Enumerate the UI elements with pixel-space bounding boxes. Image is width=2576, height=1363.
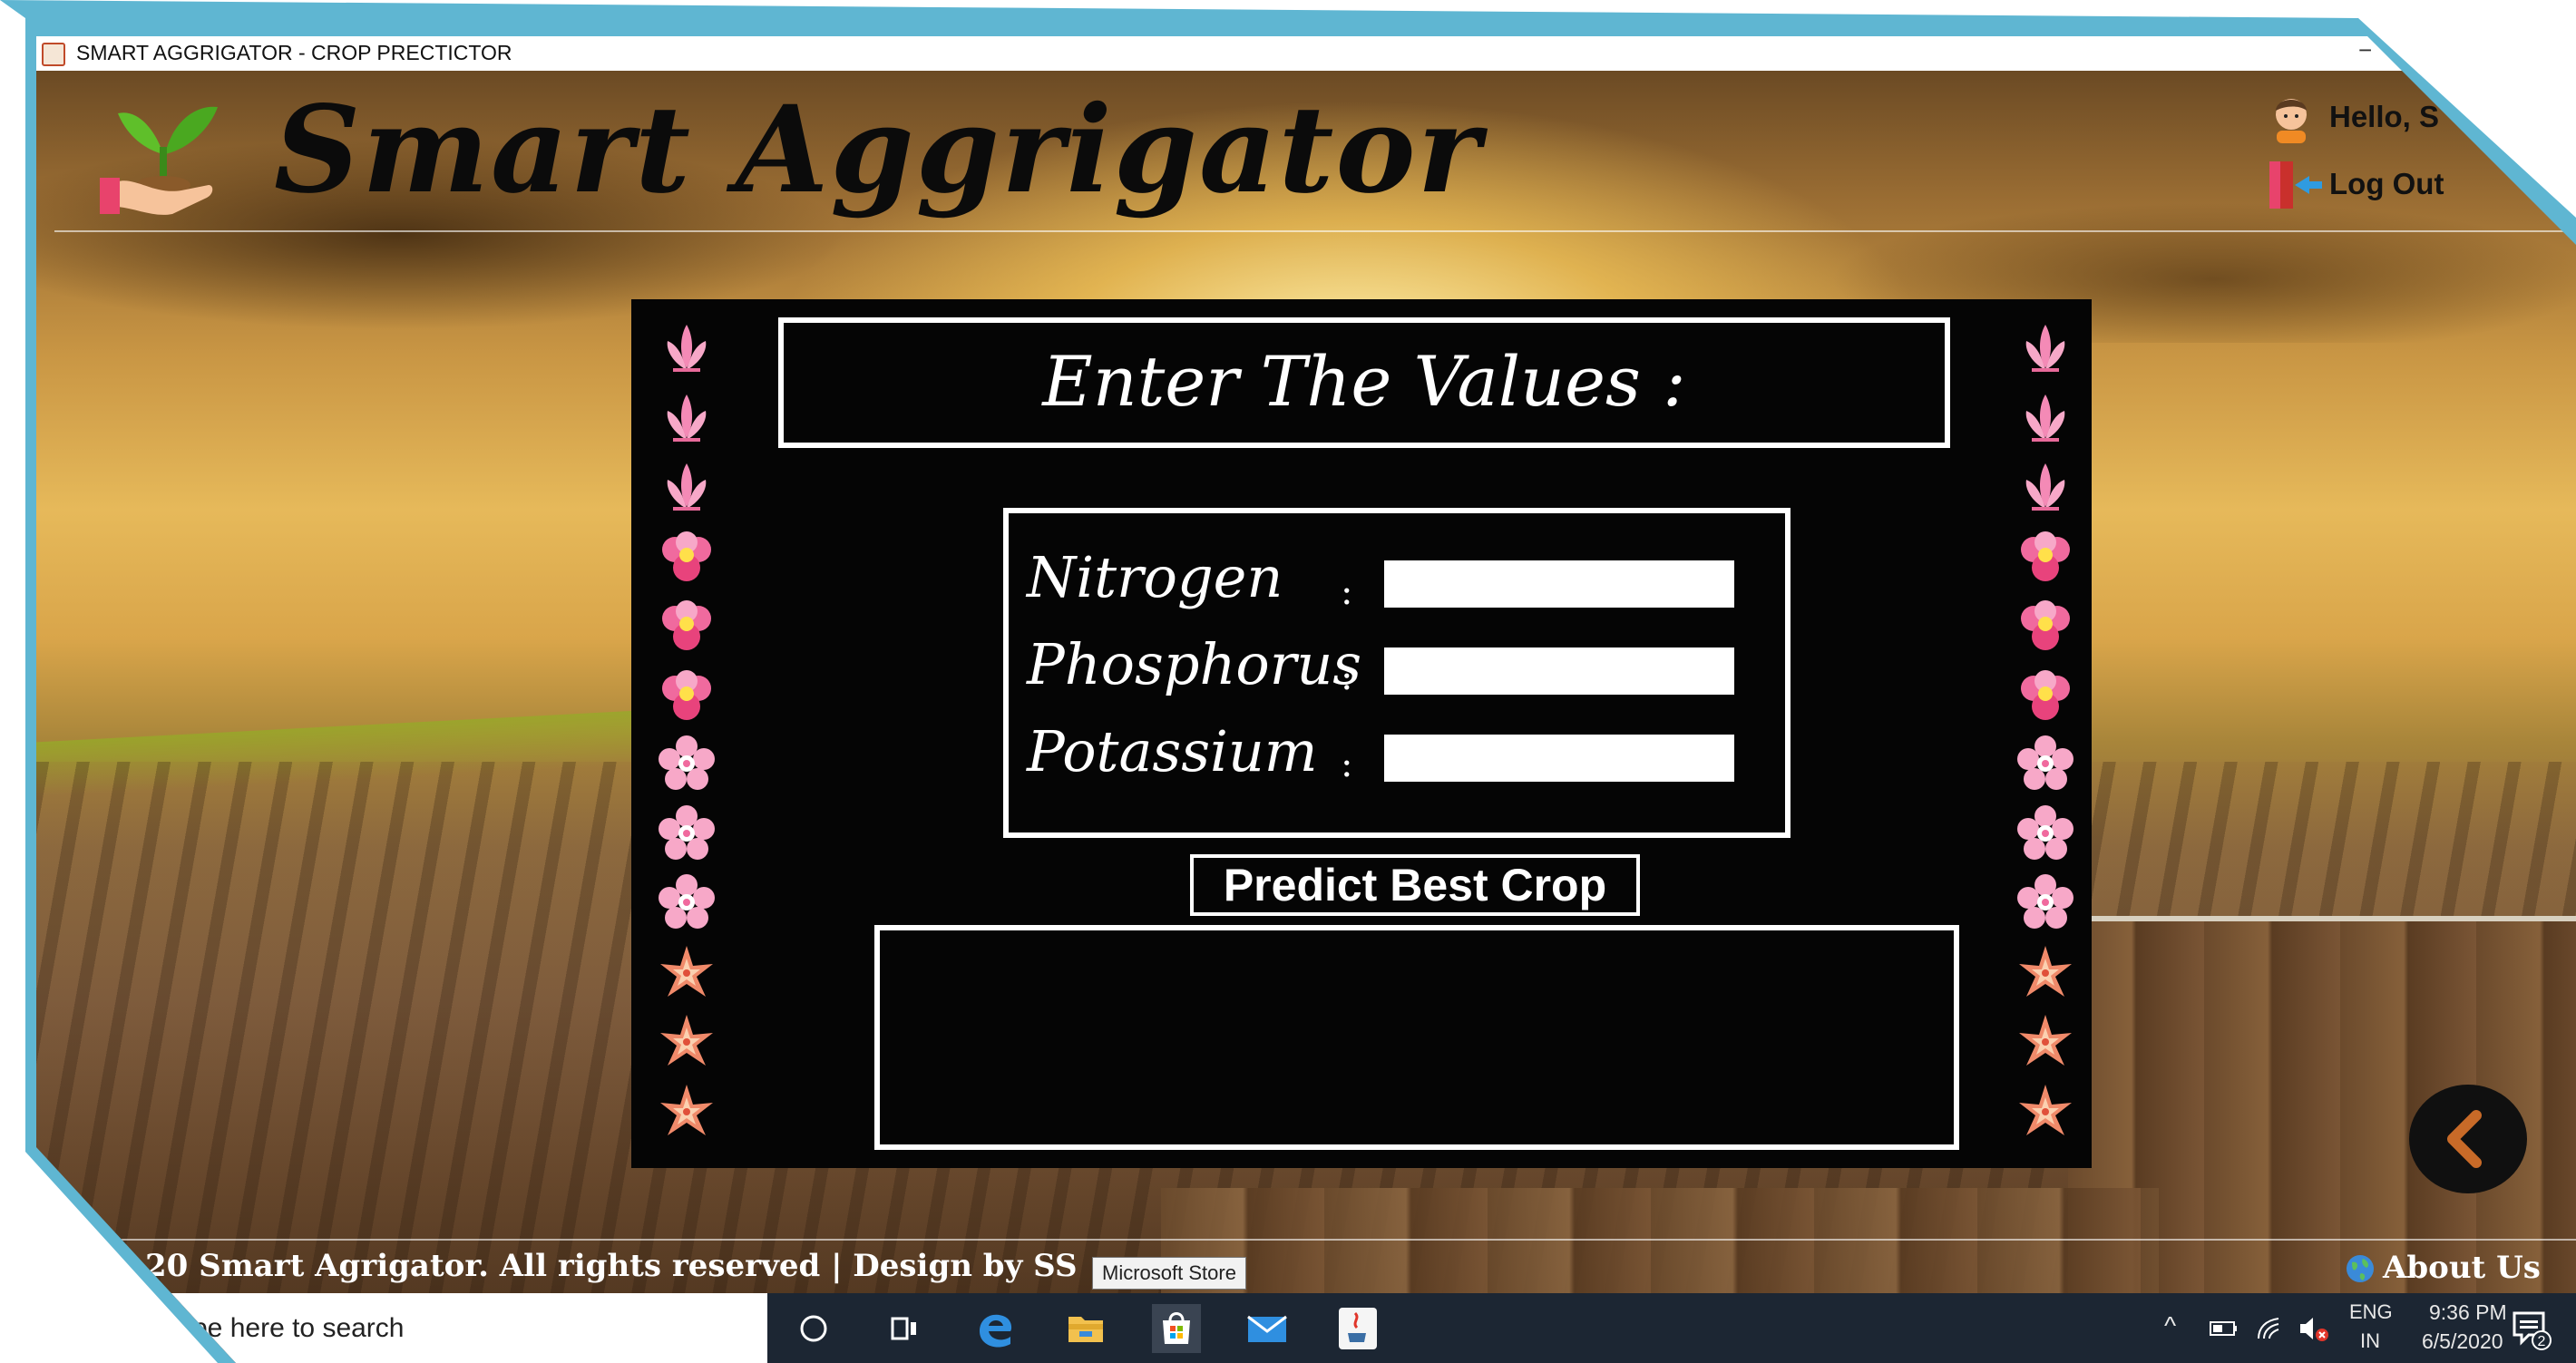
footer-divider [54,1239,2576,1241]
app-window: SMART AGGRIGATOR - CROP PRECTICTOR − Sma… [36,36,2576,1363]
region-indicator[interactable]: IN [2360,1329,2380,1353]
edge-browser-icon[interactable] [971,1304,1020,1353]
user-avatar-icon [2276,99,2307,143]
pink-flower-icon [2021,669,2070,720]
title-bar: SMART AGGRIGATOR - CROP PRECTICTOR − [36,36,2576,71]
phosphorus-input[interactable] [1384,647,1734,695]
star-flower-icon [660,1015,713,1066]
cortana-icon[interactable] [789,1304,838,1353]
potassium-colon: : [1341,744,1353,785]
lotus-icon [667,325,707,372]
pink-flower-icon [662,600,711,650]
lotus-icon [2025,394,2065,442]
notification-count: 2 [2538,1334,2546,1349]
java-icon[interactable] [1333,1304,1382,1353]
wifi-icon[interactable] [2253,1313,2284,1344]
potassium-input[interactable] [1384,735,1734,782]
lotus-icon [2025,463,2065,511]
nutrient-input-box: Nitrogen : Phosphorus : Potassium : [1003,508,1791,838]
clock-time[interactable]: 9:36 PM [2429,1300,2507,1325]
minimize-button[interactable]: − [2358,36,2372,64]
taskbar-search-box[interactable]: pe here to search [36,1293,767,1363]
microsoft-store-icon[interactable] [1152,1304,1201,1353]
nitrogen-label: Nitrogen [1027,544,1283,610]
star-flower-icon [660,1084,713,1135]
pink-flower-icon [662,531,711,581]
predict-best-crop-button[interactable]: Predict Best Crop [1190,854,1640,916]
globe-icon [2347,1255,2374,1282]
about-us-label: About Us [2383,1250,2541,1286]
phosphorus-colon: : [1341,657,1353,698]
mail-icon[interactable] [1243,1304,1292,1353]
phosphorus-label: Phosphorus [1027,631,1362,697]
pink-flower-icon [2021,531,2070,581]
blossom-icon [659,874,715,929]
clock-date[interactable]: 6/5/2020 [2422,1329,2503,1354]
language-indicator[interactable]: ENG [2349,1300,2393,1324]
form-heading: Enter The Values : [1042,341,1686,422]
star-flower-icon [2019,1015,2072,1066]
search-placeholder: pe here to search [192,1313,405,1343]
result-output-box [874,925,1959,1150]
windows-taskbar: pe here to search ^ ENG IN 9:36 PM 6/5/2… [36,1293,2576,1363]
heading-box: Enter The Values : [778,317,1950,448]
star-flower-icon [2019,945,2072,997]
lotus-icon [2025,325,2065,372]
pink-flower-icon [662,669,711,720]
lotus-icon [667,394,707,442]
lotus-icon [667,463,707,511]
copyright-text: 20 Smart Agrigator. All rights reserved … [145,1248,1078,1284]
header-divider [54,230,2576,232]
battery-icon[interactable] [2208,1313,2239,1344]
notifications-icon[interactable]: 2 [2507,1306,2552,1351]
app-brand-title: Smart Aggrigator [274,80,1483,220]
blossom-icon [2017,735,2073,790]
show-hidden-icons-chevron[interactable]: ^ [2164,1311,2176,1340]
back-chevron-button[interactable] [2409,1085,2527,1193]
blossom-icon [2017,874,2073,929]
window-title: SMART AGGRIGATOR - CROP PRECTICTOR [76,41,512,64]
nitrogen-colon: : [1341,571,1353,613]
nitrogen-input[interactable] [1384,560,1734,608]
pink-flower-icon [2021,600,2070,650]
java-app-icon [42,43,65,66]
microsoft-store-tooltip: Microsoft Store [1092,1257,1246,1290]
greeting-text: Hello, S [2329,100,2440,133]
hand-plant-logo-icon [100,106,218,215]
logout-icon [2269,161,2322,209]
input-panel: Enter The Values : Nitrogen : Phosphorus… [631,299,2092,1168]
volume-muted-icon[interactable] [2297,1313,2329,1344]
task-view-icon[interactable] [880,1304,929,1353]
potassium-label: Potassium [1027,718,1318,784]
blossom-icon [659,735,715,790]
star-flower-icon [2019,1084,2072,1135]
blossom-icon [659,804,715,860]
logout-label: Log Out [2329,167,2444,200]
file-explorer-icon[interactable] [1061,1304,1110,1353]
blossom-icon [2017,804,2073,860]
star-flower-icon [660,945,713,997]
